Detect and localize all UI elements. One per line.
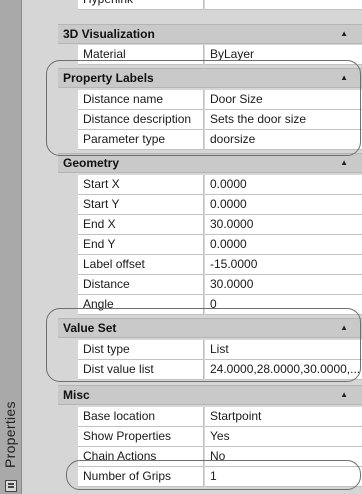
property-row-label-offset[interactable]: Label offset -15.0000 bbox=[78, 255, 362, 275]
property-name: Parameter type bbox=[78, 130, 204, 150]
property-row-end-y[interactable]: End Y 0.0000 bbox=[78, 235, 362, 255]
property-row-dist-type[interactable]: Dist type List bbox=[78, 340, 362, 360]
property-name: Dist value list bbox=[78, 360, 204, 380]
category-label: Misc bbox=[63, 388, 90, 402]
property-value[interactable]: 1 bbox=[205, 467, 362, 487]
category-label: 3D Visualization bbox=[63, 27, 155, 41]
property-name: Chain Actions bbox=[78, 447, 204, 467]
category-3d-visualization[interactable]: 3D Visualization ▲ bbox=[58, 24, 362, 44]
property-row-angle[interactable]: Angle 0 bbox=[78, 295, 362, 315]
property-value[interactable]: 0.0000 bbox=[205, 175, 362, 195]
triangle-up-icon[interactable]: ▲ bbox=[340, 154, 348, 172]
property-name: Material bbox=[78, 45, 204, 65]
property-value[interactable]: ByLayer bbox=[205, 45, 362, 65]
property-row-base-location[interactable]: Base location Startpoint bbox=[78, 407, 362, 427]
property-value[interactable]: 30.0000 bbox=[205, 215, 362, 235]
category-label: Geometry bbox=[63, 156, 120, 170]
triangle-up-icon[interactable]: ▲ bbox=[340, 25, 348, 43]
property-row-chain-actions[interactable]: Chain Actions No bbox=[78, 447, 362, 467]
property-value[interactable]: doorsize bbox=[205, 130, 362, 150]
triangle-up-icon[interactable]: ▲ bbox=[340, 319, 348, 337]
property-name: Start Y bbox=[78, 195, 204, 215]
category-value-set[interactable]: Value Set ▲ bbox=[58, 318, 362, 338]
property-row-end-x[interactable]: End X 30.0000 bbox=[78, 215, 362, 235]
category-geometry[interactable]: Geometry ▲ bbox=[58, 153, 362, 173]
property-row-distance[interactable]: Distance 30.0000 bbox=[78, 275, 362, 295]
property-value[interactable]: 0 bbox=[205, 295, 362, 315]
property-value[interactable]: List bbox=[205, 340, 362, 360]
property-value[interactable]: 0.0000 bbox=[205, 235, 362, 255]
property-grid: Hyperlink 3D Visualization ▲ Material By… bbox=[58, 0, 362, 494]
triangle-up-icon[interactable]: ▲ bbox=[340, 69, 348, 87]
panel-gutter bbox=[22, 0, 58, 494]
property-value[interactable]: Sets the door size bbox=[205, 110, 362, 130]
property-value[interactable]: Yes bbox=[205, 427, 362, 447]
property-name: Start X bbox=[78, 175, 204, 195]
property-row-material[interactable]: Material ByLayer bbox=[78, 45, 362, 65]
category-label: Property Labels bbox=[63, 71, 154, 85]
property-value[interactable]: Door Size bbox=[205, 90, 362, 110]
property-row-start-y[interactable]: Start Y 0.0000 bbox=[78, 195, 362, 215]
property-name: Base location bbox=[78, 407, 204, 427]
properties-title: Properties bbox=[2, 401, 18, 468]
category-property-labels[interactable]: Property Labels ▲ bbox=[58, 68, 362, 88]
property-value[interactable]: No bbox=[205, 447, 362, 467]
triangle-up-icon[interactable]: ▲ bbox=[340, 386, 348, 404]
property-name: Angle bbox=[78, 295, 204, 315]
property-value[interactable]: Startpoint bbox=[205, 407, 362, 427]
properties-title-strip: Properties bbox=[0, 0, 22, 494]
property-value[interactable]: 0.0000 bbox=[205, 195, 362, 215]
property-name: Show Properties bbox=[78, 427, 204, 447]
property-name: Label offset bbox=[78, 255, 204, 275]
property-name: Distance name bbox=[78, 90, 204, 110]
property-row-show-properties[interactable]: Show Properties Yes bbox=[78, 427, 362, 447]
category-misc[interactable]: Misc ▲ bbox=[58, 385, 362, 405]
property-name: Distance bbox=[78, 275, 204, 295]
property-value[interactable]: -15.0000 bbox=[205, 255, 362, 275]
property-name: End X bbox=[78, 215, 204, 235]
property-row-parameter-type[interactable]: Parameter type doorsize bbox=[78, 130, 362, 150]
property-row-distance-name[interactable]: Distance name Door Size bbox=[78, 90, 362, 110]
property-name: Number of Grips bbox=[78, 467, 204, 487]
property-row-distance-description[interactable]: Distance description Sets the door size bbox=[78, 110, 362, 130]
property-row-hyperlink[interactable]: Hyperlink bbox=[78, 0, 362, 10]
property-name: End Y bbox=[78, 235, 204, 255]
property-row-start-x[interactable]: Start X 0.0000 bbox=[78, 175, 362, 195]
property-name: Dist type bbox=[78, 340, 204, 360]
property-value[interactable]: 24.0000,28.0000,30.0000,... bbox=[205, 360, 362, 380]
panel-icon[interactable] bbox=[5, 480, 17, 492]
property-name: Distance description bbox=[78, 110, 204, 130]
property-name: Hyperlink bbox=[78, 0, 204, 10]
property-value[interactable]: 30.0000 bbox=[205, 275, 362, 295]
property-row-number-of-grips[interactable]: Number of Grips 1 bbox=[78, 467, 362, 487]
property-value[interactable] bbox=[205, 0, 362, 10]
property-row-dist-value-list[interactable]: Dist value list 24.0000,28.0000,30.0000,… bbox=[78, 360, 362, 380]
category-label: Value Set bbox=[63, 321, 117, 335]
